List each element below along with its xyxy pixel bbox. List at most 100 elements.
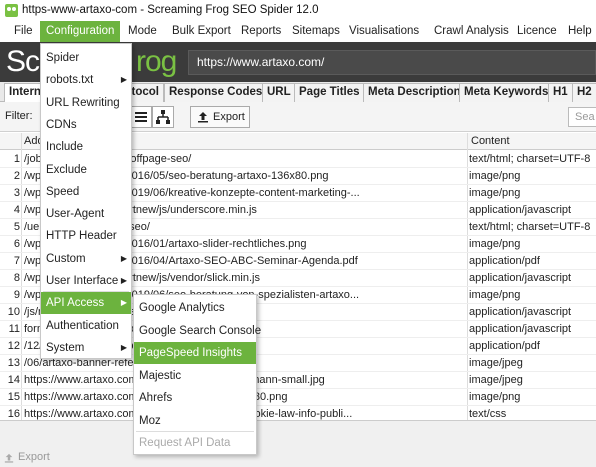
tab-h2[interactable]: H2	[572, 83, 596, 102]
submenu-arrow-icon: ▶	[120, 342, 127, 352]
api-menu-item-google-analytics[interactable]: Google Analytics	[134, 297, 256, 319]
menu-item-label: HTTP Header	[46, 230, 117, 243]
row-number: 10	[7, 306, 20, 318]
menu-item-label: PageSpeed Insights	[139, 347, 242, 359]
submenu-arrow-icon: ▶	[120, 276, 127, 285]
config-menu-item-api-access[interactable]: API Access ▶	[41, 292, 131, 315]
list-view-button[interactable]	[130, 106, 152, 128]
menu-sitemaps[interactable]: Sitemaps	[286, 21, 346, 42]
export-button[interactable]: Export	[190, 106, 250, 128]
config-menu-item-user-agent[interactable]: User-Agent	[41, 203, 131, 225]
search-input[interactable]: Sea	[568, 107, 596, 127]
row-number: 1	[13, 153, 20, 165]
row-content-type: image/png	[469, 289, 521, 301]
menu-mode[interactable]: Mode	[122, 21, 163, 42]
row-content-type: application/javascript	[469, 272, 572, 284]
row-number: 14	[7, 374, 20, 386]
config-menu-item-custom[interactable]: Custom ▶	[41, 248, 131, 270]
menu-item-label: System	[46, 341, 85, 354]
menu-item-label: robots.txt	[46, 74, 94, 87]
row-number: 4	[13, 204, 20, 216]
row-number: 15	[7, 391, 20, 403]
row-number: 16	[7, 408, 20, 420]
menu-reports[interactable]: Reports	[235, 21, 287, 42]
tab-meta-keywords[interactable]: Meta Keywords	[459, 83, 554, 102]
config-menu-item-cdns[interactable]: CDNs	[41, 114, 131, 136]
menu-item-label: Exclude	[46, 163, 87, 176]
api-menu-item-ahrefs[interactable]: Ahrefs	[134, 387, 256, 409]
menu-item-label: Request API Data	[139, 437, 231, 449]
row-number: 12	[7, 340, 20, 352]
config-menu-item-http-header[interactable]: HTTP Header	[41, 225, 131, 247]
tab-h1[interactable]: H1	[548, 83, 573, 102]
table-row[interactable]: 16https://www.artaxo.com/e-law-info/publ…	[0, 406, 596, 420]
config-menu-item-system[interactable]: System ▶	[41, 337, 131, 359]
menu-item-label: User Interface	[46, 275, 119, 287]
menu-item-label: User-Agent	[46, 208, 105, 221]
row-content-type: image/png	[469, 170, 521, 182]
config-menu-item-url-rewriting[interactable]: URL Rewriting	[41, 92, 131, 114]
config-menu-item-exclude[interactable]: Exclude	[41, 159, 131, 181]
menu-item-label: Majestic	[139, 369, 182, 382]
menu-item-label: Ahrefs	[139, 392, 173, 404]
row-content-type: image/jpeg	[469, 374, 523, 386]
menu-licence[interactable]: Licence	[511, 21, 563, 42]
menu-visualisations[interactable]: Visualisations	[343, 21, 425, 42]
bottom-pane: Export	[0, 420, 596, 467]
row-content-type: image/png	[469, 238, 521, 250]
config-menu-item-include[interactable]: Include	[41, 136, 131, 158]
row-number: 5	[13, 221, 20, 233]
menu-file[interactable]: File	[8, 21, 39, 42]
bottom-export-button[interactable]: Export	[18, 451, 50, 463]
tab-internal[interactable]: Intern	[4, 83, 42, 102]
api-menu-item-moz[interactable]: Moz	[134, 410, 256, 432]
menu-item-label: Moz	[139, 414, 161, 427]
window-title: https-www-artaxo-com - Screaming Frog SE…	[22, 4, 319, 16]
table-row[interactable]: 15https://www.artaxo.com/05/it-grafik-ar…	[0, 389, 596, 406]
row-content-type: application/pdf	[469, 340, 540, 352]
menu-crawl-analysis[interactable]: Crawl Analysis	[428, 21, 515, 42]
menu-item-label: Include	[46, 141, 84, 154]
menu-item-label: Custom	[46, 252, 86, 265]
menu-item-label: CDNs	[46, 118, 77, 131]
row-content-type: image/jpeg	[469, 357, 523, 369]
row-number: 11	[8, 323, 20, 335]
row-content-type: application/javascript	[469, 306, 572, 318]
config-menu-item-authentication[interactable]: Authentication	[41, 315, 131, 337]
submenu-arrow-icon: ▶	[120, 298, 127, 308]
menu-bulk-export[interactable]: Bulk Export	[166, 21, 237, 42]
api-menu-item-request-api-data: Request API Data	[134, 432, 256, 454]
url-input[interactable]: https://www.artaxo.com/	[188, 50, 596, 75]
row-number: 7	[13, 255, 20, 267]
table-row[interactable]: 14https://www.artaxo.com/02/kontakt-deli…	[0, 372, 596, 389]
api-access-submenu: Google Analytics Google Search Console Pag…	[133, 294, 261, 455]
tab-page-titles[interactable]: Page Titles	[294, 83, 365, 102]
config-menu-item-user-interface[interactable]: User Interface ▶	[41, 270, 131, 292]
content-column-header[interactable]: Content	[471, 135, 510, 147]
tab-url[interactable]: URL	[262, 83, 296, 102]
row-number: 3	[13, 187, 20, 199]
config-menu-item-robots-txt[interactable]: robots.txt ▶	[41, 69, 131, 91]
tab-meta-description[interactable]: Meta Description	[363, 83, 466, 102]
menu-help[interactable]: Help	[562, 21, 596, 42]
row-content-type: image/png	[469, 391, 521, 403]
title-bar: https-www-artaxo-com - Screaming Frog SE…	[0, 0, 596, 21]
configuration-menu: Spider robots.txt ▶ URL Rewriting CDNs Includ…	[40, 43, 132, 359]
menu-item-label: Spider	[46, 52, 80, 64]
row-content-type: text/css	[469, 408, 507, 420]
config-menu-item-spider[interactable]: Spider	[41, 47, 131, 69]
api-menu-item-google-search-console[interactable]: Google Search Console	[134, 320, 261, 342]
api-menu-item-pagespeed-insights[interactable]: PageSpeed Insights	[134, 342, 256, 364]
tree-view-button[interactable]	[152, 106, 174, 128]
upload-icon	[4, 453, 14, 463]
tab-response-codes[interactable]: Response Codes	[164, 83, 268, 102]
api-menu-item-majestic[interactable]: Majestic	[134, 365, 256, 387]
config-menu-item-speed[interactable]: Speed	[41, 181, 131, 203]
submenu-arrow-icon: ▶	[120, 253, 127, 263]
row-content-type: text/html; charset=UTF-8	[469, 221, 591, 233]
list-icon	[135, 112, 147, 122]
row-number: 13	[7, 357, 20, 369]
menu-configuration[interactable]: Configuration	[40, 21, 121, 42]
row-number: 2	[13, 170, 20, 182]
row-content-type: image/png	[469, 187, 521, 199]
